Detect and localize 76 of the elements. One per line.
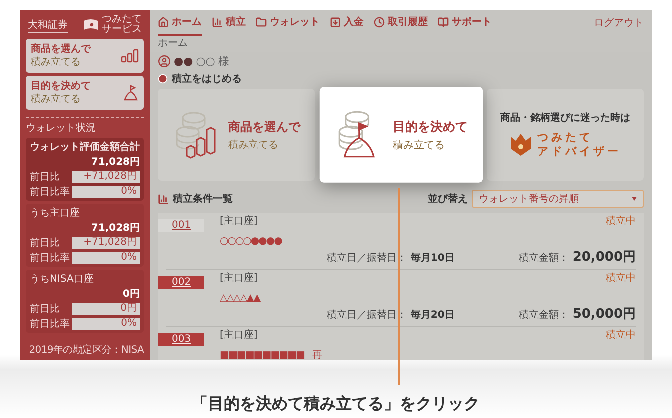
amount-value: 50,000円: [572, 306, 636, 323]
wallet-heading: ウォレット状況: [26, 122, 97, 135]
mountain-flag-icon: [123, 85, 139, 101]
plan-name: ■■■■■■■■■■: [220, 350, 304, 360]
plan-number-link[interactable]: 002: [158, 276, 204, 289]
wallet-amount: 0円: [122, 288, 140, 301]
change-label: 前日比率: [30, 318, 70, 331]
caret-icon: [632, 197, 637, 201]
plan-name: ○○○○●●●●: [220, 236, 282, 247]
account-label: [主口座]: [220, 273, 259, 285]
plan-tag: 再: [312, 350, 322, 360]
folder-icon: [256, 16, 267, 28]
crown-badge-icon: [510, 133, 532, 157]
change-label: 前日比: [30, 302, 60, 316]
clock-icon: [374, 16, 385, 28]
wallet-amount: 71,028円: [90, 222, 140, 235]
change-label: 前日比率: [30, 252, 70, 265]
start-option-card[interactable]: 目的を決めて 積み立てる: [320, 87, 482, 183]
user-name-filled: ●●: [174, 55, 194, 68]
sort-label: 並び替え: [428, 192, 468, 206]
account-label: [主口座]: [220, 330, 259, 342]
change-label: 前日比: [30, 170, 60, 184]
user-icon: [158, 55, 171, 68]
nav-tab[interactable]: サポート: [438, 10, 492, 36]
wallet-title: ウォレット評価金額合計: [30, 140, 140, 154]
plan-name: △△△△▲▲: [220, 293, 260, 304]
amount-label: 積立金額：: [518, 308, 569, 322]
nav-tab[interactable]: 取引履歴: [374, 10, 428, 36]
plan-number-link[interactable]: 003: [158, 333, 204, 346]
change-value: 0%: [72, 252, 140, 264]
bar-chart-icon: [121, 49, 139, 63]
plan-number-link[interactable]: 001: [158, 219, 204, 232]
nav-tab[interactable]: 入金: [330, 10, 364, 36]
plan-status: 積立中: [606, 273, 636, 286]
nav-tab[interactable]: 積立: [212, 10, 246, 36]
start-option-card[interactable]: 商品・銘柄選びに迷った時は つみたて アドバイザー: [487, 89, 644, 181]
shortcut-button[interactable]: 目的を決めて 積み立てる: [26, 76, 144, 110]
honorific: 様: [218, 54, 230, 69]
wallet-amount: 71,028円: [90, 156, 140, 169]
book-icon: [438, 16, 449, 28]
user-name-blank: ○○: [196, 55, 216, 68]
service-logo-text: つみたて サービス: [102, 15, 142, 35]
nav-tab[interactable]: ウォレット: [256, 10, 320, 36]
wallet-title: うちNISA口座: [30, 272, 95, 286]
date-value: 毎月20日: [410, 308, 455, 322]
date-label: 積立日／振替日：: [326, 308, 407, 322]
start-option-card[interactable]: 商品を選んで 積み立てる: [158, 89, 315, 181]
date-label: 積立日／振替日：: [326, 252, 407, 265]
change-value: 0%: [72, 318, 140, 330]
change-value: +71,028円: [72, 171, 140, 183]
change-value: +71,028円: [72, 237, 140, 249]
date-value: 毎月10日: [410, 252, 455, 265]
plan-status: 積立中: [606, 216, 636, 229]
sort-select[interactable]: ウォレット番号の昇順: [472, 190, 644, 208]
change-value: 0円: [72, 303, 140, 315]
shortcut-button[interactable]: 商品を選んで 積み立てる: [26, 39, 144, 73]
amount-label: 積立金額：: [518, 252, 569, 265]
account-type-note: 2019年の勘定区分：NISA: [28, 344, 144, 357]
section-heading: 積立条件一覧: [173, 192, 233, 206]
account-label: [主口座]: [220, 216, 259, 228]
instruction-caption: 「目的を決めて積み立てる」をクリック: [191, 394, 481, 415]
change-label: 前日比率: [30, 186, 70, 199]
brand-logo: 大和証券: [28, 18, 68, 32]
play-icon: [158, 74, 168, 84]
bar-chart-icon: [158, 194, 169, 204]
change-label: 前日比: [30, 236, 60, 250]
wallet-title: うち主口座: [30, 206, 81, 220]
plan-status: 積立中: [606, 330, 636, 343]
section-heading: 積立をはじめる: [172, 72, 242, 86]
bar-chart-icon: [212, 16, 223, 28]
logout-link[interactable]: ログアウト: [594, 16, 644, 30]
change-value: 0%: [72, 186, 140, 198]
home-icon: [158, 16, 169, 28]
amount-value: 20,000円: [572, 249, 636, 266]
flag-logo-icon: [83, 18, 99, 32]
download-box-icon: [330, 16, 341, 28]
